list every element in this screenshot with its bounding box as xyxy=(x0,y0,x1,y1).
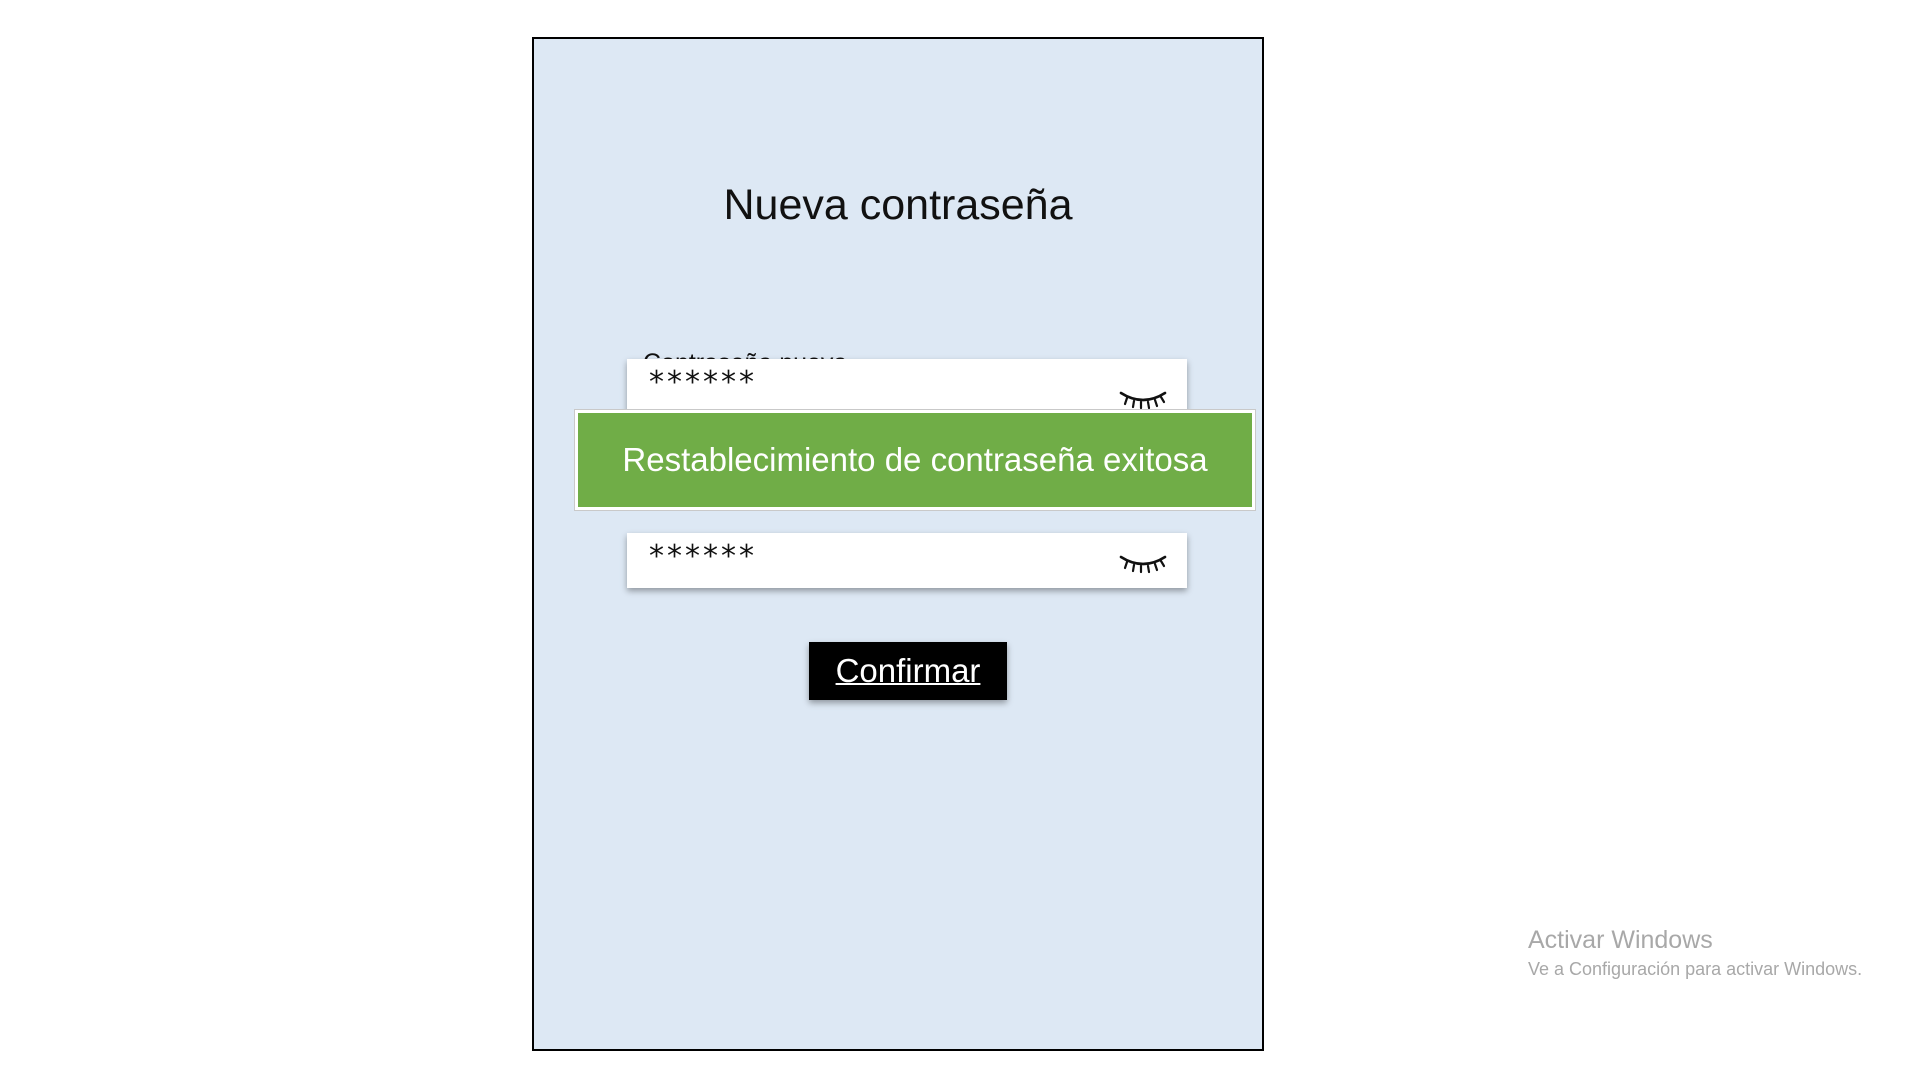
password-reset-panel: Nueva contraseña Contraseña nueva ******… xyxy=(532,37,1264,1051)
screen: Nueva contraseña Contraseña nueva ******… xyxy=(0,0,1920,1080)
page-title: Nueva contraseña xyxy=(723,181,1073,229)
windows-activation-watermark: Activar Windows Ve a Configuración para … xyxy=(1528,925,1862,983)
success-toast: Restablecimiento de contraseña exitosa xyxy=(574,409,1256,511)
confirm-password-field[interactable]: ****** xyxy=(627,533,1187,588)
eye-closed-icon[interactable] xyxy=(1119,553,1167,575)
new-password-value: ****** xyxy=(649,365,757,400)
confirm-button[interactable]: Confirmar xyxy=(809,642,1007,700)
watermark-subtitle: Ve a Configuración para activar Windows. xyxy=(1528,959,1863,979)
eye-closed-icon[interactable] xyxy=(1119,389,1167,411)
watermark-title: Activar Windows xyxy=(1528,926,1713,954)
confirm-password-value: ****** xyxy=(649,539,757,574)
success-toast-message: Restablecimiento de contraseña exitosa xyxy=(622,441,1208,478)
new-password-field[interactable]: ****** xyxy=(627,359,1187,414)
